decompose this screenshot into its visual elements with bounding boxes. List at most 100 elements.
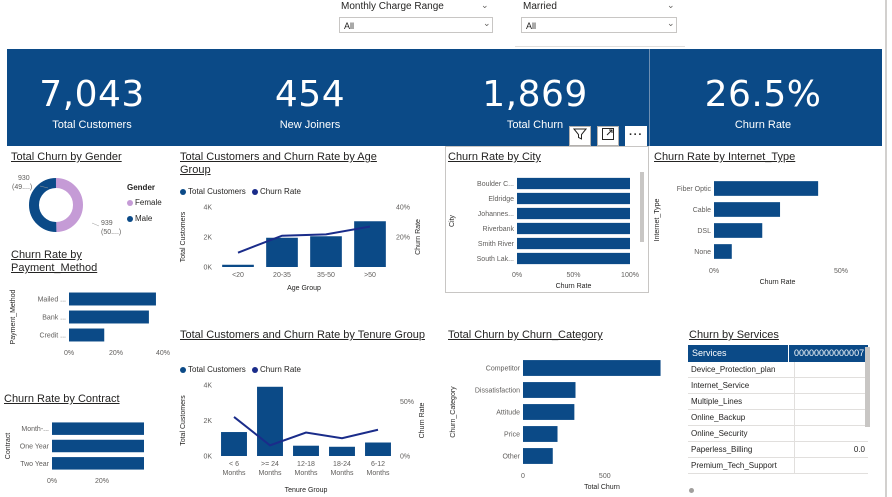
x-tick-label: 12-18 <box>297 461 315 468</box>
y-axis-title: Total Customers <box>180 211 187 262</box>
scroll-indicator-icon <box>689 488 694 493</box>
bar[interactable] <box>517 177 630 190</box>
x-axis-title: Churn Rate <box>556 283 592 290</box>
services-value-header-cell[interactable]: 00000000000007 <box>788 345 868 362</box>
bar[interactable] <box>517 237 630 250</box>
bar[interactable] <box>69 292 156 306</box>
x-tick-label: >= 24 <box>261 461 279 468</box>
bar[interactable] <box>293 445 319 456</box>
legend-label: Total Customers <box>188 365 246 374</box>
category-bar-chart[interactable]: Competitor Dissatisfaction Attitude Price Ot… <box>446 352 676 497</box>
bar[interactable] <box>69 328 105 342</box>
bar[interactable] <box>52 422 144 435</box>
bar[interactable] <box>365 442 391 456</box>
services-table-title: Churn by Services <box>689 329 779 341</box>
bar[interactable] <box>52 439 144 453</box>
tenure-combo-chart[interactable]: 4K 2K 0K 50% 0% < 6 Months >= 24 Months 12-18 Mont… <box>176 376 446 497</box>
gender-legend-title: Gender <box>127 183 156 192</box>
bar[interactable] <box>714 202 781 217</box>
kpi-total-churn-value: 1,869 <box>482 74 588 115</box>
bar[interactable] <box>266 237 298 267</box>
more-options-icon[interactable]: ··· <box>625 126 647 146</box>
x-tick-label: 40% <box>156 350 170 357</box>
payment-chart-title: Churn Rate by Payment_Method <box>11 249 98 274</box>
slicer-shadow <box>515 46 685 47</box>
services-table-row[interactable]: Online_Security <box>688 425 868 442</box>
chevron-down-icon[interactable]: ⌄ <box>667 0 675 11</box>
bar[interactable] <box>69 310 149 324</box>
payment-bar-chart[interactable]: Mailed ... Bank ... Credit ... 0% 20% 40% Paym… <box>6 282 176 366</box>
x-axis-title: Tenure Group <box>285 487 328 494</box>
bar[interactable] <box>517 252 630 265</box>
gender-legend-male[interactable]: Male <box>127 214 152 223</box>
legend-label: Churn Rate <box>260 187 301 196</box>
bar[interactable] <box>517 207 630 220</box>
service-value-cell <box>794 377 868 394</box>
services-header-cell[interactable]: Services <box>688 345 788 362</box>
x-tick-label: 50% <box>834 268 848 275</box>
service-name-cell: Online_Security <box>688 425 795 442</box>
churn-rate-line[interactable] <box>237 225 371 254</box>
gender-top-label-pct: (49....) <box>12 184 32 191</box>
services-table-row[interactable]: Device_Protection_plan <box>688 362 868 378</box>
age-combo-chart[interactable]: 4K 2K 0K 40% 20% <20 20-35 35-50 >50 Total Custom… <box>176 197 446 297</box>
legend-label: Female <box>135 198 162 207</box>
category-tick-label: Other <box>502 454 520 461</box>
married-dropdown[interactable]: All <box>521 17 677 33</box>
y-axis-title: Payment_Method <box>10 289 17 344</box>
x-tick-label: 6-12 <box>371 461 385 468</box>
services-table-row[interactable]: Multiple_Lines <box>688 393 868 410</box>
churn-rate-line[interactable] <box>233 416 379 447</box>
bar[interactable] <box>523 360 661 376</box>
bar[interactable] <box>523 448 553 464</box>
bar[interactable] <box>714 223 763 238</box>
bar[interactable] <box>517 222 630 235</box>
contract-bar-chart[interactable]: Month-... One Year Two Year 0% 20% Contract <box>2 416 172 494</box>
services-scrollbar[interactable] <box>865 347 870 427</box>
internet-bar-chart[interactable]: Fiber Optic Cable DSL None 0% 50% Internet_Typ… <box>650 170 875 294</box>
gender-donut[interactable] <box>29 178 83 232</box>
kpi-churn-rate-label: Churn Rate <box>734 119 792 131</box>
monthly-charge-dropdown[interactable]: All <box>339 17 493 33</box>
x-tick-label: 20-35 <box>273 272 291 279</box>
services-table-header: Services 00000000000007 <box>688 345 868 362</box>
donut-slice-female[interactable] <box>55 178 83 232</box>
services-table-row[interactable]: Premium_Tech_Support <box>688 457 868 474</box>
y2-tick-label: 20% <box>396 235 410 242</box>
bar[interactable] <box>714 181 819 196</box>
x-tick-label: 20% <box>95 478 109 485</box>
category-tick-label: Cable <box>693 207 711 214</box>
tenure-chart-title: Total Customers and Churn Rate by Tenure… <box>180 329 425 341</box>
service-name-cell: Online_Backup <box>688 409 795 426</box>
bar[interactable] <box>523 382 576 398</box>
x-tick-label: 35-50 <box>317 272 335 279</box>
y-tick-label: 0K <box>203 265 212 272</box>
category-tick-label: Price <box>504 432 520 439</box>
chevron-down-icon[interactable]: ⌄ <box>481 0 489 11</box>
bar[interactable] <box>222 264 254 267</box>
city-bar-chart[interactable]: Boulder C... Eldridge Johannes... Riverbank… <box>446 170 646 292</box>
filter-button[interactable] <box>569 126 591 146</box>
category-tick-label: Competitor <box>486 366 521 373</box>
kpi-total-customers-label: Total Customers <box>52 119 132 131</box>
bar[interactable] <box>310 236 342 267</box>
internet-chart-title: Churn Rate by Internet_Type <box>654 151 796 163</box>
city-scrollbar[interactable] <box>640 172 644 242</box>
services-table-row[interactable]: Paperless_Billing 0.0 <box>688 441 868 458</box>
y2-axis-title: Churn Rate <box>419 402 426 438</box>
bar[interactable] <box>517 192 630 205</box>
bar[interactable] <box>329 446 355 456</box>
bar[interactable] <box>523 404 575 420</box>
bar[interactable] <box>523 426 558 442</box>
bar[interactable] <box>221 432 247 456</box>
services-table-row[interactable]: Internet_Service <box>688 377 868 394</box>
bar[interactable] <box>714 244 732 259</box>
focus-mode-button[interactable] <box>597 126 619 146</box>
donut-slice-male[interactable] <box>29 178 57 232</box>
services-table[interactable]: Services 00000000000007 Device_Protectio… <box>688 345 868 485</box>
category-tick-label: Bank ... <box>42 315 66 322</box>
bar[interactable] <box>52 457 144 470</box>
gender-legend-female[interactable]: Female <box>127 198 162 207</box>
service-value-cell <box>794 425 868 442</box>
services-table-row[interactable]: Online_Backup <box>688 409 868 426</box>
